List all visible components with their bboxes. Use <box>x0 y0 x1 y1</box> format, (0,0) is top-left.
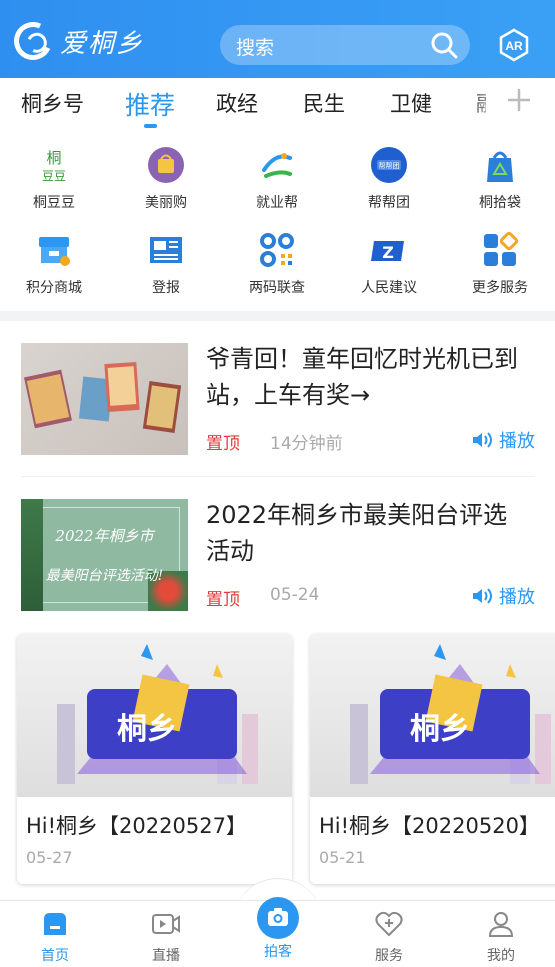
section-separator <box>0 311 555 321</box>
video-title[interactable]: Hi!桐乡【20220527】 <box>26 810 247 840</box>
meiligou-icon <box>147 146 185 184</box>
ar-icon: AR <box>499 28 529 62</box>
tab-tongxianghao[interactable]: 桐乡号 <box>21 88 84 118</box>
service-two-code-check[interactable]: 两码联查 <box>227 231 327 297</box>
tabs-fade <box>470 78 500 130</box>
service-label: 美丽购 <box>145 195 187 211</box>
newspaper-icon <box>147 231 185 269</box>
play-label: 播放 <box>499 431 535 452</box>
thumb-text: 最美阳台评选活动! <box>45 568 164 584</box>
nav-home[interactable]: 首页 <box>15 911 95 965</box>
svg-text:桐乡: 桐乡 <box>117 712 177 747</box>
nav-label: 拍客 <box>264 944 292 960</box>
svg-text:AR: AR <box>505 39 523 53</box>
service-label: 就业帮 <box>256 195 298 211</box>
nav-service[interactable]: 服务 <box>349 911 429 965</box>
profile-icon <box>488 912 514 937</box>
service-tongshidai[interactable]: 桐拾袋 <box>450 146 550 212</box>
video-thumbnail: 桐乡 <box>17 634 292 797</box>
news-time: 05-24 <box>270 585 320 605</box>
live-icon <box>152 914 180 934</box>
store-icon <box>35 231 73 269</box>
home-icon <box>44 913 66 935</box>
play-button[interactable]: 播放 <box>471 427 535 453</box>
service-points-store[interactable]: 积分商城 <box>4 231 104 297</box>
service-jiuyebang[interactable]: 就业帮 <box>227 146 327 212</box>
news-title[interactable]: 2022年桐乡市最美阳台评选活动 <box>206 497 531 569</box>
service-meiligou[interactable]: 美丽购 <box>116 146 216 212</box>
service-label: 帮帮团 <box>368 195 410 211</box>
nav-label: 我的 <box>487 948 515 964</box>
service-label: 桐拾袋 <box>479 195 521 211</box>
nav-paike[interactable]: 拍客 <box>238 941 318 961</box>
tab-weijian[interactable]: 卫健 <box>390 88 432 118</box>
logo-text: 爱桐乡 <box>60 28 145 59</box>
suggestion-icon: Z <box>370 231 408 269</box>
service-people-suggestion[interactable]: Z 人民建议 <box>339 231 439 297</box>
speaker-icon <box>473 588 492 604</box>
bangbangtuan-icon: 帮帮团 <box>370 146 408 184</box>
news-item[interactable]: 爷青回！童年回忆时光机已到站，上车有奖→ 置顶 14分钟前 播放 <box>0 321 555 477</box>
search-icon <box>431 32 458 59</box>
pinned-tag: 置顶 <box>206 434 240 454</box>
svg-text:豆豆: 豆豆 <box>42 169 66 183</box>
service-label: 两码联查 <box>249 280 305 296</box>
add-channel-icon[interactable] <box>507 88 531 112</box>
nav-label: 服务 <box>375 948 403 964</box>
jiuyebang-icon <box>258 146 296 184</box>
video-title[interactable]: Hi!桐乡【20220520】 <box>319 810 540 840</box>
service-label: 桐豆豆 <box>33 195 75 211</box>
nav-label: 首页 <box>41 948 69 964</box>
tongdoudou-icon: 桐豆豆 <box>35 146 73 184</box>
service-bangbangtuan[interactable]: 帮帮团 帮帮团 <box>339 146 439 212</box>
news-thumbnail: 2022年桐乡市 最美阳台评选活动! <box>21 499 188 611</box>
play-button[interactable]: 播放 <box>471 583 535 609</box>
news-item[interactable]: 2022年桐乡市 最美阳台评选活动! 2022年桐乡市最美阳台评选活动 置顶 0… <box>0 477 555 633</box>
service-label: 人民建议 <box>361 280 417 296</box>
app-logo[interactable]: 爱桐乡 <box>8 16 145 66</box>
tongshidai-icon <box>481 146 519 184</box>
thumb-text: 2022年桐乡市 <box>55 527 154 545</box>
more-services-icon <box>481 231 519 269</box>
service-label: 更多服务 <box>472 280 528 296</box>
nav-mine[interactable]: 我的 <box>461 911 541 965</box>
play-label: 播放 <box>499 587 535 608</box>
news-thumbnail <box>21 343 188 455</box>
video-date: 05-21 <box>319 848 366 867</box>
camera-button[interactable] <box>257 897 299 939</box>
service-tongdoudou[interactable]: 桐豆豆 桐豆豆 <box>4 146 104 212</box>
video-card[interactable]: 桐乡 Hi!桐乡【20220520】 05-21 <box>310 634 555 884</box>
logo-icon <box>8 16 58 66</box>
news-title[interactable]: 爷青回！童年回忆时光机已到站，上车有奖→ <box>206 341 531 413</box>
service-heart-icon <box>375 911 403 937</box>
speaker-icon <box>473 432 492 448</box>
pinned-tag: 置顶 <box>206 590 240 610</box>
service-label: 积分商城 <box>26 280 82 296</box>
app-header: 爱桐乡 搜索 AR <box>0 0 555 78</box>
ar-button[interactable]: AR <box>497 28 531 62</box>
video-thumbnail: 桐乡 <box>310 634 555 797</box>
tab-recommend[interactable]: 推荐 <box>125 86 175 122</box>
camera-icon <box>268 908 288 926</box>
tab-zhengjing[interactable]: 政经 <box>216 88 258 118</box>
nav-label: 直播 <box>152 948 180 964</box>
svg-text:Z: Z <box>382 243 394 262</box>
video-date: 05-27 <box>26 848 73 867</box>
channel-tabs: 桐乡号 推荐 政经 民生 卫健 融 <box>0 78 555 130</box>
service-label: 登报 <box>152 280 180 296</box>
service-more[interactable]: 更多服务 <box>450 231 550 297</box>
svg-text:帮帮团: 帮帮团 <box>379 161 400 170</box>
video-card[interactable]: 桐乡 Hi!桐乡【20220527】 05-27 <box>17 634 292 884</box>
news-time: 14分钟前 <box>270 434 343 454</box>
service-dengbao[interactable]: 登报 <box>116 231 216 297</box>
active-tab-indicator <box>144 124 157 128</box>
svg-text:桐乡: 桐乡 <box>410 712 470 747</box>
qrcode-icon <box>258 231 296 269</box>
tab-minsheng[interactable]: 民生 <box>303 88 345 118</box>
search-placeholder: 搜索 <box>236 37 275 59</box>
search-bar[interactable]: 搜索 <box>220 25 470 65</box>
svg-text:桐: 桐 <box>46 149 61 167</box>
nav-live[interactable]: 直播 <box>126 911 206 965</box>
